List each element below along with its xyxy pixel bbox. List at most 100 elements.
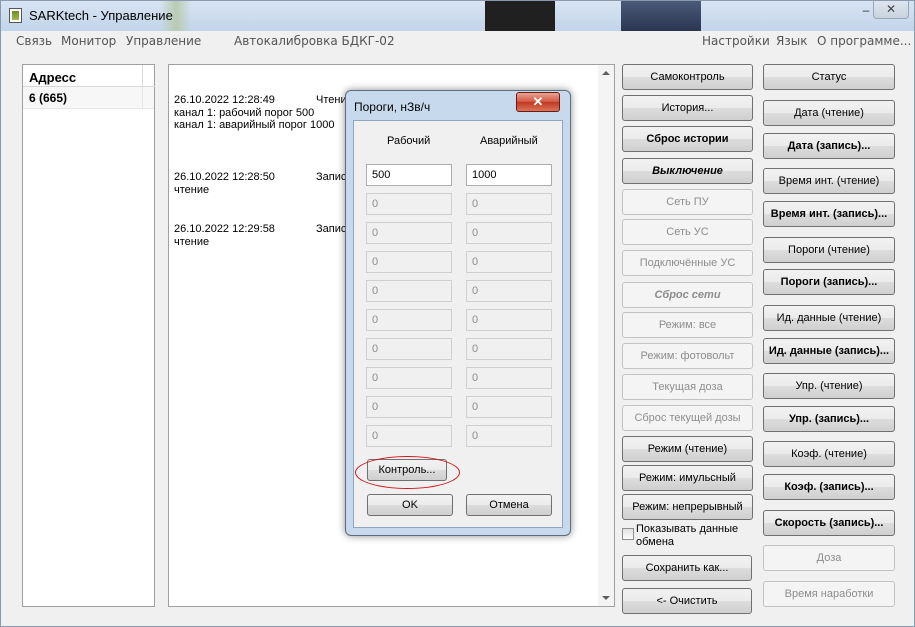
dialog-title: Пороги, нЗв/ч <box>354 100 431 114</box>
command-button[interactable]: Режим: все <box>622 312 753 338</box>
command-button[interactable]: История... <box>622 95 753 121</box>
work-threshold-input: 0 <box>366 251 452 273</box>
title-bar-decoration <box>485 1 555 31</box>
show-exchange-label-line: обмена <box>636 535 675 548</box>
device-button[interactable]: Время наработки <box>763 581 895 607</box>
device-button[interactable]: Пороги (запись)... <box>763 269 895 295</box>
highlight-circle <box>355 456 460 489</box>
work-threshold-input: 0 <box>366 222 452 244</box>
log-entry: 26.10.2022 12:29:58 Запис чтение <box>174 223 346 248</box>
title-bar-decoration <box>621 1 701 31</box>
close-icon[interactable]: ✕ <box>873 1 909 19</box>
command-button[interactable]: Режим (чтение) <box>622 436 753 462</box>
menu-settings[interactable]: Настройки <box>702 34 770 48</box>
work-threshold-input[interactable]: 500 <box>366 164 452 186</box>
log-timestamp: 26.10.2022 12:28:50 <box>174 171 275 183</box>
device-button[interactable]: Время инт. (чтение) <box>763 168 895 194</box>
device-button[interactable]: Дата (чтение) <box>763 100 895 126</box>
address-row[interactable]: 6 (665) <box>23 87 154 109</box>
menu-control[interactable]: Управление <box>126 34 201 48</box>
menu-about[interactable]: О программе... <box>817 34 911 48</box>
show-exchange-label[interactable]: Показывать данные обмена <box>636 523 738 548</box>
address-column-header[interactable]: Адресс <box>23 65 143 87</box>
device-button[interactable]: Дата (запись)... <box>763 133 895 159</box>
alarm-threshold-input: 0 <box>466 367 552 389</box>
log-entry: 26.10.2022 12:28:49 Чтени канал 1: рабоч… <box>174 94 347 132</box>
alarm-threshold-input: 0 <box>466 425 552 447</box>
device-button[interactable]: Ид. данные (запись)... <box>763 338 895 364</box>
alarm-threshold-input[interactable]: 1000 <box>466 164 552 186</box>
device-button[interactable]: Упр. (запись)... <box>763 406 895 432</box>
cancel-button[interactable]: Отмена <box>466 494 552 516</box>
command-button[interactable]: Режим: имульсный <box>622 465 753 491</box>
minimize-icon[interactable]: – <box>859 3 873 17</box>
command-button[interactable]: Сброс текущей дозы <box>622 405 753 431</box>
save-as-button[interactable]: Сохранить как... <box>622 555 752 581</box>
log-line: канал 1: рабочий порог 500 <box>174 106 315 119</box>
address-value: 6 (665) <box>29 91 68 105</box>
work-threshold-input: 0 <box>366 367 452 389</box>
window-title: SARKtech - Управление <box>29 8 173 23</box>
log-line: чтение <box>174 183 210 196</box>
log-line: канал 1: аварийный порог 1000 <box>174 119 335 131</box>
command-button[interactable]: Сброс истории <box>622 126 753 152</box>
work-threshold-input: 0 <box>366 425 452 447</box>
log-scrollbar[interactable] <box>598 65 614 606</box>
menu-connection[interactable]: Связь <box>16 34 52 48</box>
dialog-close-icon[interactable]: ✕ <box>516 92 560 112</box>
alarm-threshold-input: 0 <box>466 222 552 244</box>
menu-autocalibration[interactable]: Автокалибровка БДКГ-02 <box>234 34 395 48</box>
show-exchange-checkbox[interactable] <box>622 528 634 540</box>
device-button[interactable]: Скорость (запись)... <box>763 510 895 536</box>
work-column-header: Рабочий <box>387 135 431 147</box>
app-icon <box>9 8 22 23</box>
device-button[interactable]: Пороги (чтение) <box>763 237 895 263</box>
scroll-up-icon[interactable] <box>602 71 610 75</box>
menu-monitor[interactable]: Монитор <box>61 34 116 48</box>
scroll-down-icon[interactable] <box>602 596 610 600</box>
menu-bar: Связь Монитор Управление Автокалибровка … <box>2 32 914 52</box>
clear-button[interactable]: <- Очистить <box>622 588 752 614</box>
device-button[interactable]: Коэф. (запись)... <box>763 474 895 500</box>
command-button[interactable]: Самоконтроль <box>622 64 753 90</box>
command-button[interactable]: Сеть УС <box>622 219 753 245</box>
alarm-column-header: Аварийный <box>480 135 538 147</box>
command-button[interactable]: Подключённые УС <box>622 250 753 276</box>
device-button[interactable]: Коэф. (чтение) <box>763 441 895 467</box>
work-threshold-input: 0 <box>366 338 452 360</box>
address-list[interactable]: Адресс 6 (665) <box>22 64 155 607</box>
command-button[interactable]: Сеть ПУ <box>622 189 753 215</box>
log-action: Запис <box>316 171 347 183</box>
menu-language[interactable]: Язык <box>776 34 807 48</box>
work-threshold-input: 0 <box>366 309 452 331</box>
device-button[interactable]: Время инт. (запись)... <box>763 201 895 227</box>
log-action: Чтени <box>316 94 347 106</box>
alarm-threshold-input: 0 <box>466 280 552 302</box>
alarm-threshold-input: 0 <box>466 309 552 331</box>
work-threshold-input: 0 <box>366 396 452 418</box>
work-threshold-input: 0 <box>366 193 452 215</box>
alarm-threshold-input: 0 <box>466 396 552 418</box>
command-button[interactable]: Режим: непрерывный <box>622 494 753 520</box>
log-timestamp: 26.10.2022 12:29:58 <box>174 223 275 235</box>
alarm-threshold-input: 0 <box>466 338 552 360</box>
log-entry: 26.10.2022 12:28:50 Запис чтение <box>174 171 346 196</box>
device-button[interactable]: Ид. данные (чтение) <box>763 305 895 331</box>
command-button[interactable]: Сброс сети <box>622 282 753 308</box>
log-action: Запис <box>316 223 347 235</box>
address-header-filler <box>143 65 155 87</box>
device-button[interactable]: Упр. (чтение) <box>763 373 895 399</box>
title-bar[interactable]: SARKtech - Управление – ✕ <box>1 1 914 31</box>
command-button[interactable]: Текущая доза <box>622 374 753 400</box>
show-exchange-checkbox-row[interactable]: Показывать данные обмена <box>621 523 757 549</box>
show-exchange-label-line: Показывать данные <box>636 523 739 535</box>
log-timestamp: 26.10.2022 12:28:49 <box>174 94 275 106</box>
ok-button[interactable]: OK <box>367 494 453 516</box>
log-line: чтение <box>174 235 210 248</box>
work-threshold-input: 0 <box>366 280 452 302</box>
device-button[interactable]: Доза <box>763 545 895 571</box>
command-button[interactable]: Режим: фотовольт <box>622 343 753 369</box>
command-button[interactable]: Выключение <box>622 158 753 184</box>
alarm-threshold-input: 0 <box>466 193 552 215</box>
device-button[interactable]: Статус <box>763 64 895 90</box>
